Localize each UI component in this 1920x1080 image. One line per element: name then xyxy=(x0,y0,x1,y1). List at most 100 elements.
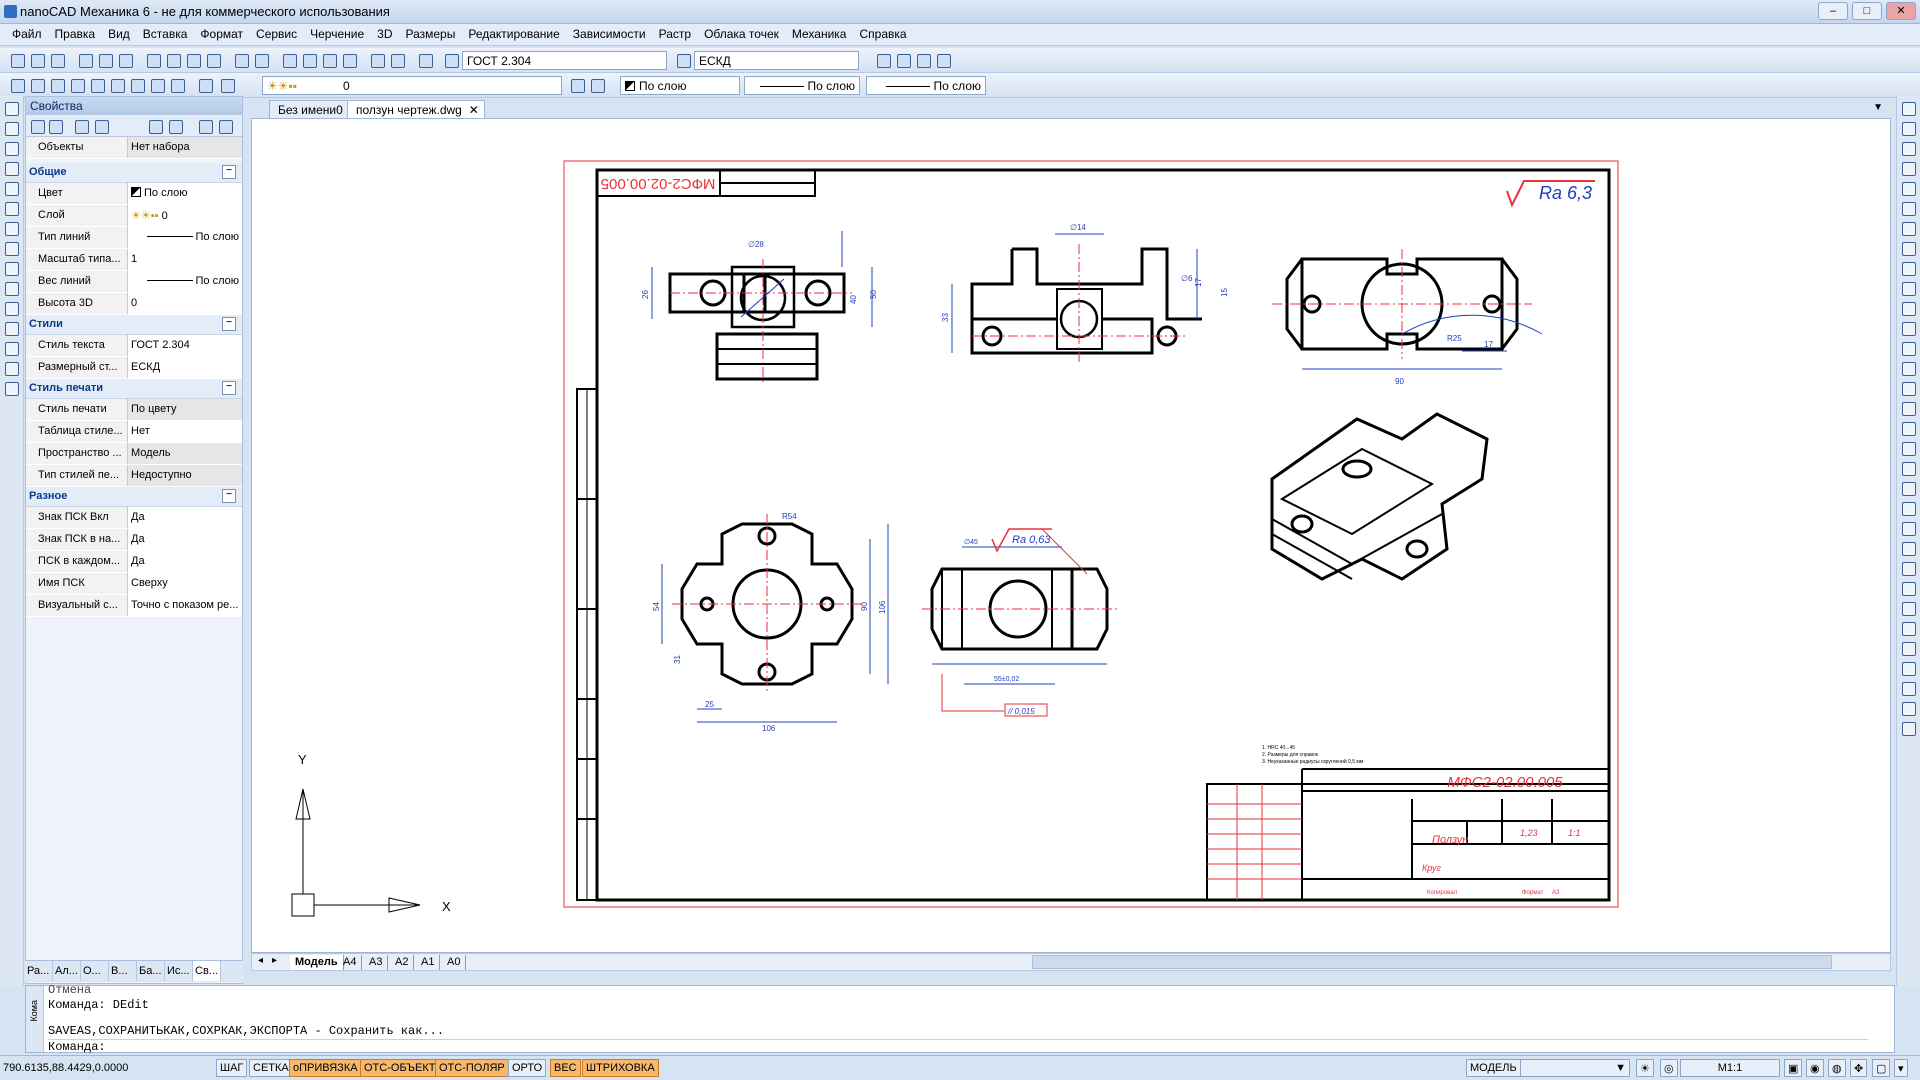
mech-tool-1-icon[interactable] xyxy=(874,51,892,69)
pan-icon[interactable] xyxy=(280,51,298,69)
mech-right-5-icon[interactable] xyxy=(1902,182,1916,196)
mech-right-27-icon[interactable] xyxy=(1902,622,1916,636)
mech-right-14-icon[interactable] xyxy=(1902,362,1916,376)
mech-right-31-icon[interactable] xyxy=(1902,702,1916,716)
mech-right-1-icon[interactable] xyxy=(1902,102,1916,116)
mech-right-21-icon[interactable] xyxy=(1902,502,1916,516)
mech-right-13-icon[interactable] xyxy=(1902,342,1916,356)
match-properties-icon[interactable] xyxy=(204,51,222,69)
mech-right-4-icon[interactable] xyxy=(1902,162,1916,176)
insert-tool-icon[interactable] xyxy=(5,282,19,296)
maximize-button[interactable]: □ xyxy=(1852,2,1882,20)
select-objects-icon[interactable] xyxy=(28,117,46,135)
ellipse-tool-icon[interactable] xyxy=(5,242,19,256)
mech-right-2-icon[interactable] xyxy=(1902,122,1916,136)
text-tool-icon[interactable] xyxy=(5,362,19,376)
view-tool-7-icon[interactable] xyxy=(128,76,146,94)
mech-right-10-icon[interactable] xyxy=(1902,282,1916,296)
toggle-hatch[interactable]: ШТРИХОВКА xyxy=(582,1059,659,1077)
prop-row-space[interactable]: Пространство ... Модель xyxy=(26,443,242,465)
lock-icon[interactable]: ☀ xyxy=(1636,1059,1654,1077)
view-tool-4-icon[interactable] xyxy=(68,76,86,94)
tabs-dropdown-icon[interactable]: ▼ xyxy=(1873,102,1883,113)
toggle-otrack[interactable]: ОТС-ОБЪЕКТ xyxy=(360,1059,440,1077)
toggle-lineweight[interactable]: ВЕС xyxy=(550,1059,581,1077)
cut-icon[interactable] xyxy=(144,51,162,69)
prop-row-color[interactable]: Цвет По слою xyxy=(26,183,242,205)
doc-tab-active[interactable]: ползун чертеж.dwg ✕ xyxy=(347,100,485,118)
print-preview-icon[interactable] xyxy=(96,51,114,69)
menu-constraints[interactable]: Зависимости xyxy=(566,24,652,41)
rectangle-tool-icon[interactable] xyxy=(5,162,19,176)
menu-format[interactable]: Формат xyxy=(193,24,249,41)
zoom-window-icon[interactable] xyxy=(320,51,338,69)
section-plot-style[interactable]: Стиль печати xyxy=(26,379,242,399)
tab-scroll-left-icon[interactable]: ◂ xyxy=(258,955,263,966)
calculator-icon[interactable] xyxy=(388,51,406,69)
palette-tab[interactable]: Ба... xyxy=(137,961,165,981)
section-general[interactable]: Общие xyxy=(26,163,242,183)
mech-right-26-icon[interactable] xyxy=(1902,602,1916,616)
prop-row-height3d[interactable]: Высота 3D 0 xyxy=(26,293,242,315)
scale-select[interactable]: M1:1 xyxy=(1680,1059,1780,1077)
space-toggle[interactable]: МОДЕЛЬ xyxy=(1466,1059,1521,1077)
open-file-icon[interactable] xyxy=(28,51,46,69)
mech-right-24-icon[interactable] xyxy=(1902,562,1916,576)
layer-prev-icon[interactable] xyxy=(568,76,586,94)
horizontal-scrollbar[interactable] xyxy=(1032,955,1832,969)
palette-tab[interactable]: Ис... xyxy=(165,961,193,981)
table-tool-icon[interactable] xyxy=(5,342,19,356)
view-tool-1-icon[interactable] xyxy=(8,76,26,94)
hatch-tool-icon[interactable] xyxy=(5,302,19,316)
lineweight-select[interactable]: По слою xyxy=(866,76,986,95)
close-button[interactable]: ✕ xyxy=(1886,2,1916,20)
menu-service[interactable]: Сервис xyxy=(249,24,303,41)
mech-right-32-icon[interactable] xyxy=(1902,722,1916,736)
toggle-ortho[interactable]: ОРТО xyxy=(508,1059,547,1077)
menu-drafting[interactable]: Черчение xyxy=(303,24,370,41)
mech-right-16-icon[interactable] xyxy=(1902,402,1916,416)
spline-tool-icon[interactable] xyxy=(5,222,19,236)
mech-right-12-icon[interactable] xyxy=(1902,322,1916,336)
drawing-canvas[interactable]: МФС2-02.00.005 Ra 6,3 ∅28 50 40 26 ∅14 3… xyxy=(251,118,1891,953)
region-tool-icon[interactable] xyxy=(5,322,19,336)
tab-scroll-right-icon[interactable]: ▸ xyxy=(272,955,277,966)
toggle-grid[interactable]: СЕТКА xyxy=(249,1059,293,1077)
menu-file[interactable]: Файл xyxy=(0,24,48,41)
prop-row-ltscale[interactable]: Масштаб типа... 1 xyxy=(26,249,242,271)
layout-tab-a1[interactable]: A1 xyxy=(416,955,441,970)
menu-edit[interactable]: Правка xyxy=(48,24,102,41)
menu-dimensions[interactable]: Размеры xyxy=(398,24,461,41)
toggle-pickadd-icon[interactable] xyxy=(72,117,90,135)
layer-states-icon[interactable] xyxy=(218,76,236,94)
mech-right-25-icon[interactable] xyxy=(1902,582,1916,596)
zoom-extents-icon[interactable]: ◍ xyxy=(1828,1059,1846,1077)
props-tool-1-icon[interactable] xyxy=(146,117,164,135)
menu-view[interactable]: Вид xyxy=(101,24,136,41)
layer-select[interactable]: ☀☀▪▪ 0 xyxy=(262,76,562,95)
layout-tab-a4[interactable]: A4 xyxy=(338,955,363,970)
prop-row-visual-style[interactable]: Визуальный с... Точно с показом ре... xyxy=(26,595,242,617)
palette-tab[interactable]: О... xyxy=(81,961,109,981)
mech-tool-2-icon[interactable] xyxy=(894,51,912,69)
print-icon[interactable] xyxy=(76,51,94,69)
annotation-select[interactable]: ▼ xyxy=(1520,1059,1630,1077)
menu-insert[interactable]: Вставка xyxy=(136,24,194,41)
quick-select-icon[interactable] xyxy=(46,117,64,135)
props-tool-2-icon[interactable] xyxy=(166,117,184,135)
attribute-tool-icon[interactable] xyxy=(5,382,19,396)
measure-icon[interactable] xyxy=(368,51,386,69)
close-tab-icon[interactable]: ✕ xyxy=(469,103,479,117)
block-tool-icon[interactable] xyxy=(5,262,19,276)
zoom-icon[interactable] xyxy=(300,51,318,69)
mech-right-23-icon[interactable] xyxy=(1902,542,1916,556)
mech-right-28-icon[interactable] xyxy=(1902,642,1916,656)
mech-right-30-icon[interactable] xyxy=(1902,682,1916,696)
arc-tool-icon[interactable] xyxy=(5,182,19,196)
command-input[interactable]: Команда: xyxy=(48,1039,1868,1054)
text-style-select[interactable]: ГОСТ 2.304 xyxy=(462,51,667,70)
zoom-status-icon[interactable]: ◉ xyxy=(1806,1059,1824,1077)
publish-icon[interactable] xyxy=(116,51,134,69)
prop-row-lineweight[interactable]: Вес линий По слою xyxy=(26,271,242,293)
menu-help[interactable]: Справка xyxy=(852,24,912,41)
